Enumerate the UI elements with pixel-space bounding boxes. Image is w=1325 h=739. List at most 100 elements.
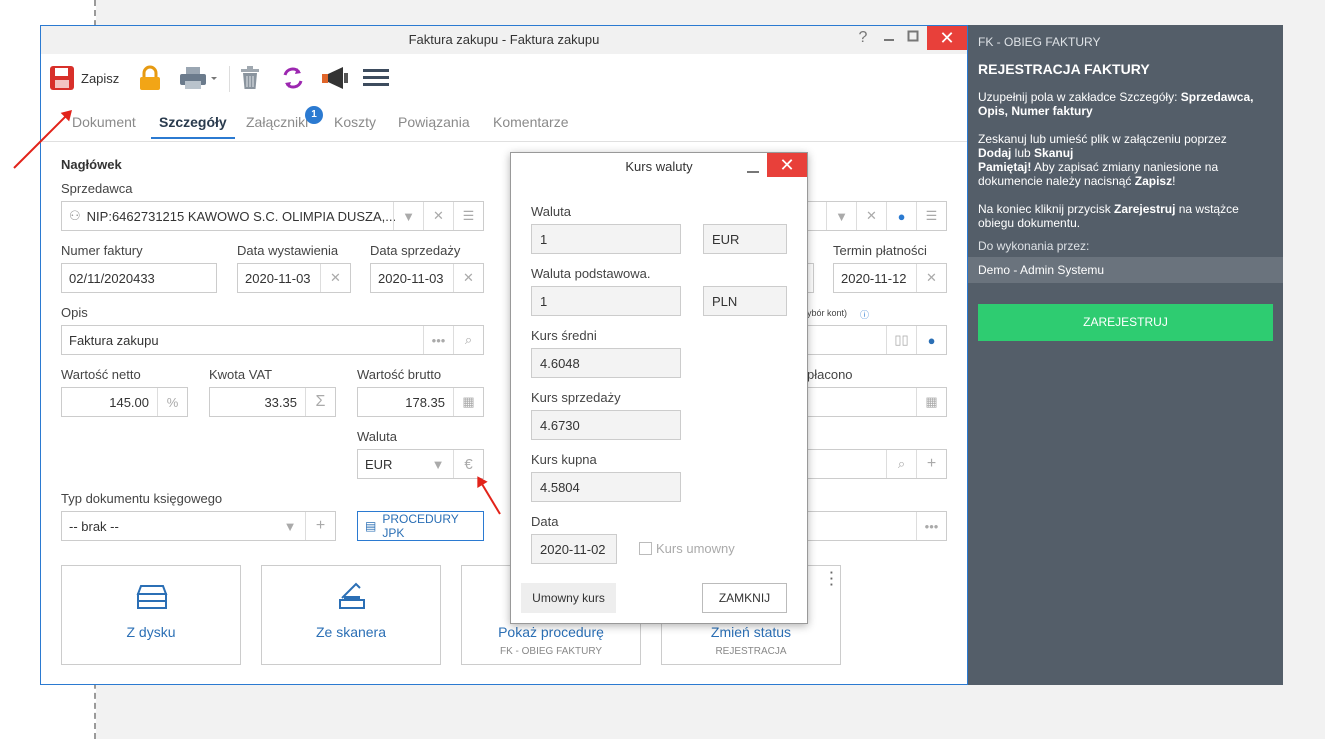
seller-list-icon[interactable]: ☰: [453, 202, 483, 230]
recipient-list-icon[interactable]: ☰: [916, 202, 946, 230]
tile-show-procedure-sub: FK - OBIEG FAKTURY: [499, 646, 603, 657]
jpk-button-label: PROCEDURY JPK: [382, 512, 459, 540]
invoice-number-label: Numer faktury: [61, 243, 143, 258]
tab-powiazania[interactable]: Powiązania: [398, 114, 470, 130]
contract-rate-checkbox[interactable]: [639, 542, 652, 555]
extra-more-icon[interactable]: •••: [916, 512, 946, 540]
sync-button[interactable]: [281, 62, 305, 94]
sigma-icon[interactable]: Σ: [305, 388, 335, 416]
tab-bar: Dokument Szczegóły Załączniki 1 Koszty P…: [41, 106, 967, 142]
doctype-label: Typ dokumentu księgowego: [61, 491, 223, 506]
maximize-icon[interactable]: [901, 26, 925, 50]
register-button[interactable]: ZAREJESTRUJ: [978, 304, 1273, 341]
save-button[interactable]: Zapisz: [49, 62, 119, 94]
sale-date-clear-icon[interactable]: ✕: [453, 264, 483, 292]
seller-field[interactable]: ⚇ NIP:6462731215 KAWOWO S.C. OLIMPIA DUS…: [61, 201, 484, 231]
section-header: Nagłówek: [61, 157, 122, 172]
accounts-field[interactable]: ▯▯ ●: [801, 325, 947, 355]
dialog-avg-input[interactable]: 4.6048: [531, 348, 681, 378]
due-date-input[interactable]: 2020-11-12 ✕: [833, 263, 947, 293]
dialog-close-text-button[interactable]: ZAMKNIJ: [702, 583, 787, 613]
delete-button[interactable]: [239, 62, 261, 94]
dialog-sell-value: 4.6730: [540, 417, 580, 433]
tile-from-scanner-title: Ze skanera: [315, 624, 387, 640]
lock-button[interactable]: [139, 62, 161, 94]
tile-from-scanner[interactable]: Ze skanera: [261, 565, 441, 665]
net-value: 145.00: [109, 394, 149, 410]
paid-label: płacono: [807, 367, 853, 382]
hamburger-icon: [363, 69, 389, 86]
issue-date-clear-icon[interactable]: ✕: [320, 264, 350, 292]
dialog-buy-label: Kurs kupna: [531, 452, 597, 467]
sale-date-value: 2020-11-03: [378, 270, 444, 286]
desc-more-icon[interactable]: •••: [423, 326, 453, 354]
jpk-button[interactable]: ▤ PROCEDURY JPK: [357, 511, 484, 541]
doctype-add-icon[interactable]: +: [305, 512, 335, 540]
extra-search-field[interactable]: ⌕ +: [801, 449, 947, 479]
tab-komentarze[interactable]: Komentarze: [493, 114, 568, 130]
currency-rate-dialog: Kurs waluty ✕ Waluta 1 EUR Waluta podsta…: [510, 152, 808, 624]
announce-button[interactable]: [321, 62, 349, 94]
tile-from-disk[interactable]: Z dysku: [61, 565, 241, 665]
dialog-sell-input[interactable]: 4.6730: [531, 410, 681, 440]
percent-icon[interactable]: %: [157, 388, 187, 416]
doctype-select[interactable]: -- brak -- ▼ +: [61, 511, 336, 541]
workflow-header: FK - OBIEG FAKTURY: [978, 35, 1101, 49]
more-vertical-icon[interactable]: · · ·: [830, 566, 834, 591]
location-pin-icon[interactable]: ●: [886, 202, 916, 230]
close-window-button[interactable]: ✕: [927, 26, 967, 50]
paid-date-input[interactable]: ▦: [801, 387, 947, 417]
dialog-date-input[interactable]: 2020-11-02: [531, 534, 617, 564]
dialog-base-code[interactable]: PLN: [703, 286, 787, 316]
extra-search-icon[interactable]: ⌕: [886, 450, 916, 478]
desc-input[interactable]: Faktura zakupu ••• ⌕: [61, 325, 484, 355]
piggybank-icon[interactable]: ●: [916, 326, 946, 354]
menu-button[interactable]: [363, 62, 389, 94]
book-icon[interactable]: ▯▯: [886, 326, 916, 354]
invoice-number-input[interactable]: 02/11/2020433: [61, 263, 217, 293]
dialog-currency-amount[interactable]: 1: [531, 224, 681, 254]
recipient-dropdown-icon[interactable]: ▼: [826, 202, 856, 230]
workflow-title: REJESTRACJA FAKTURY: [978, 61, 1150, 77]
gross-input[interactable]: 178.35 ▦: [357, 387, 484, 417]
megaphone-icon: [322, 67, 348, 89]
dialog-date-label: Data: [531, 514, 559, 529]
print-button[interactable]: [179, 62, 219, 94]
tab-dokument[interactable]: Dokument: [72, 114, 136, 130]
doctype-dropdown-icon[interactable]: ▼: [275, 512, 305, 540]
currency-dropdown-icon[interactable]: ▼: [423, 450, 453, 478]
desc-search-icon[interactable]: ⌕: [453, 326, 483, 354]
dialog-buy-input[interactable]: 4.5804: [531, 472, 681, 502]
gross-value: 178.35: [405, 394, 445, 410]
issue-date-input[interactable]: 2020-11-03 ✕: [237, 263, 351, 293]
currency-select[interactable]: EUR ▼ €: [357, 449, 484, 479]
recipient-clear-icon[interactable]: ✕: [856, 202, 886, 230]
currency-value: EUR: [365, 456, 393, 472]
euro-rate-icon[interactable]: €: [453, 450, 483, 478]
dialog-currency-code[interactable]: EUR: [703, 224, 787, 254]
help-icon[interactable]: ?: [851, 26, 875, 50]
due-date-clear-icon[interactable]: ✕: [916, 264, 946, 292]
calc-icon[interactable]: ▦: [453, 388, 483, 416]
tab-koszty[interactable]: Koszty: [334, 114, 376, 130]
extra-more-field[interactable]: •••: [801, 511, 947, 541]
seller-clear-icon[interactable]: ✕: [423, 202, 453, 230]
dialog-base-amount[interactable]: 1: [531, 286, 681, 316]
recipient-field[interactable]: ▼ ✕ ● ☰: [801, 201, 947, 231]
vat-input[interactable]: 33.35 Σ: [209, 387, 336, 417]
seller-dropdown-icon[interactable]: ▼: [393, 202, 423, 230]
minimize-icon[interactable]: [877, 26, 901, 50]
info-icon[interactable]: ⓘ: [860, 308, 869, 321]
sale-date-input[interactable]: 2020-11-03 ✕: [370, 263, 484, 293]
dialog-minimize-icon[interactable]: [747, 171, 759, 173]
contract-rate-button[interactable]: Umowny kurs: [521, 583, 616, 613]
tab-szczegoly[interactable]: Szczegóły: [151, 114, 235, 139]
tab-zalaczniki[interactable]: Załączniki: [246, 114, 308, 130]
plus-icon[interactable]: +: [916, 450, 946, 478]
dialog-date-value: 2020-11-02: [540, 541, 606, 557]
dialog-close-button[interactable]: ✕: [767, 153, 807, 177]
net-input[interactable]: 145.00%: [61, 387, 188, 417]
calendar-icon[interactable]: ▦: [916, 388, 946, 416]
vat-label: Kwota VAT: [209, 367, 273, 382]
workflow-panel: FK - OBIEG FAKTURY REJESTRACJA FAKTURY U…: [968, 25, 1283, 685]
